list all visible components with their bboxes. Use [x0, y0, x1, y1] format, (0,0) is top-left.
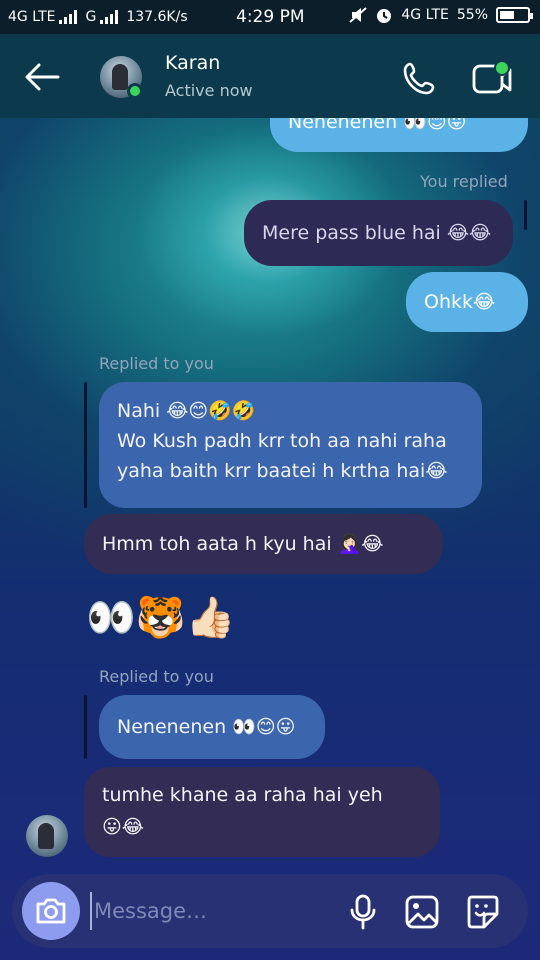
reply-indicator-bar [524, 200, 527, 230]
message-text: Ohkk😂 [424, 291, 496, 313]
microphone-icon[interactable] [348, 894, 378, 930]
message-bubble-incoming[interactable]: Hmm toh aata h kyu hai 🤦🏻‍♀️😂 [84, 514, 443, 574]
message-text-line: Wo Kush padh krr toh aa nahi raha [117, 430, 447, 452]
message-text: Nenenenen 👀😊😛 [288, 118, 467, 133]
message-text: Nenenenen 👀😊😛 [117, 716, 296, 738]
message-text: Hmm toh aata h kyu hai 🤦🏻‍♀️😂 [102, 533, 384, 555]
message-bubble-incoming[interactable]: Nenenenen 👀😊😛 [99, 695, 325, 759]
sticker-icon[interactable] [464, 894, 502, 930]
reply-label: You replied [420, 172, 508, 191]
image-icon[interactable] [404, 894, 440, 930]
video-call-icon[interactable] [472, 60, 512, 96]
online-indicator [127, 83, 143, 99]
message-bubble-incoming[interactable]: tumhe khane aa raha hai yeh 😛😂 [84, 767, 440, 857]
message-bubble-outgoing[interactable]: Mere pass blue hai 😂😂 [244, 200, 513, 266]
message-list[interactable]: Nenenenen 👀😊😛 You replied Mere pass blue… [0, 118, 540, 870]
emoji-message[interactable]: 👀🐯👍🏻 [86, 588, 235, 648]
message-bubble-incoming[interactable]: Nahi 😂😊🤣🤣 Wo Kush padh krr toh aa nahi r… [99, 382, 482, 508]
camera-button[interactable] [22, 882, 80, 940]
status-bar: 4G LTE G 137.6K/s 4:29 PM 4G LTE 55% [0, 0, 540, 34]
reply-label: Replied to you [99, 354, 214, 373]
message-text-line: 😛😂 [102, 816, 145, 838]
network-label: 4G LTE [8, 9, 56, 25]
clock: 4:29 PM [236, 7, 305, 27]
mute-icon [349, 7, 368, 23]
reply-indicator-bar [84, 695, 87, 759]
signal-icon-2 [100, 10, 119, 24]
chat-header: Karan Active now [0, 34, 540, 118]
message-bubble-outgoing[interactable]: Ohkk😂 [406, 272, 528, 332]
alarm-icon [377, 9, 392, 23]
message-text-line: yaha baith krr baatei h krtha hai😂 [117, 460, 448, 482]
reply-label: Replied to you [99, 667, 214, 686]
battery-percent: 55% [456, 7, 488, 23]
reply-indicator-bar [84, 382, 87, 508]
message-bubble-outgoing[interactable]: Nenenenen 👀😊😛 [270, 118, 528, 152]
message-text-line: tumhe khane aa raha hai yeh [102, 784, 383, 806]
contact-status: Active now [165, 81, 253, 100]
signal-icon [59, 10, 78, 24]
back-arrow-icon[interactable] [24, 62, 60, 92]
network-label-2: G [85, 9, 97, 25]
camera-icon [36, 898, 66, 924]
network-label-3: 4G LTE [401, 7, 449, 23]
battery-icon [496, 7, 533, 23]
message-text: Mere pass blue hai 😂😂 [262, 222, 492, 244]
data-speed: 137.6K/s [126, 9, 188, 25]
message-text-line: Nahi 😂😊🤣🤣 [117, 400, 256, 422]
sender-avatar[interactable] [26, 815, 68, 857]
message-input[interactable] [90, 892, 330, 930]
phone-icon[interactable] [402, 60, 438, 96]
contact-name[interactable]: Karan [165, 52, 220, 74]
message-composer [12, 874, 528, 948]
